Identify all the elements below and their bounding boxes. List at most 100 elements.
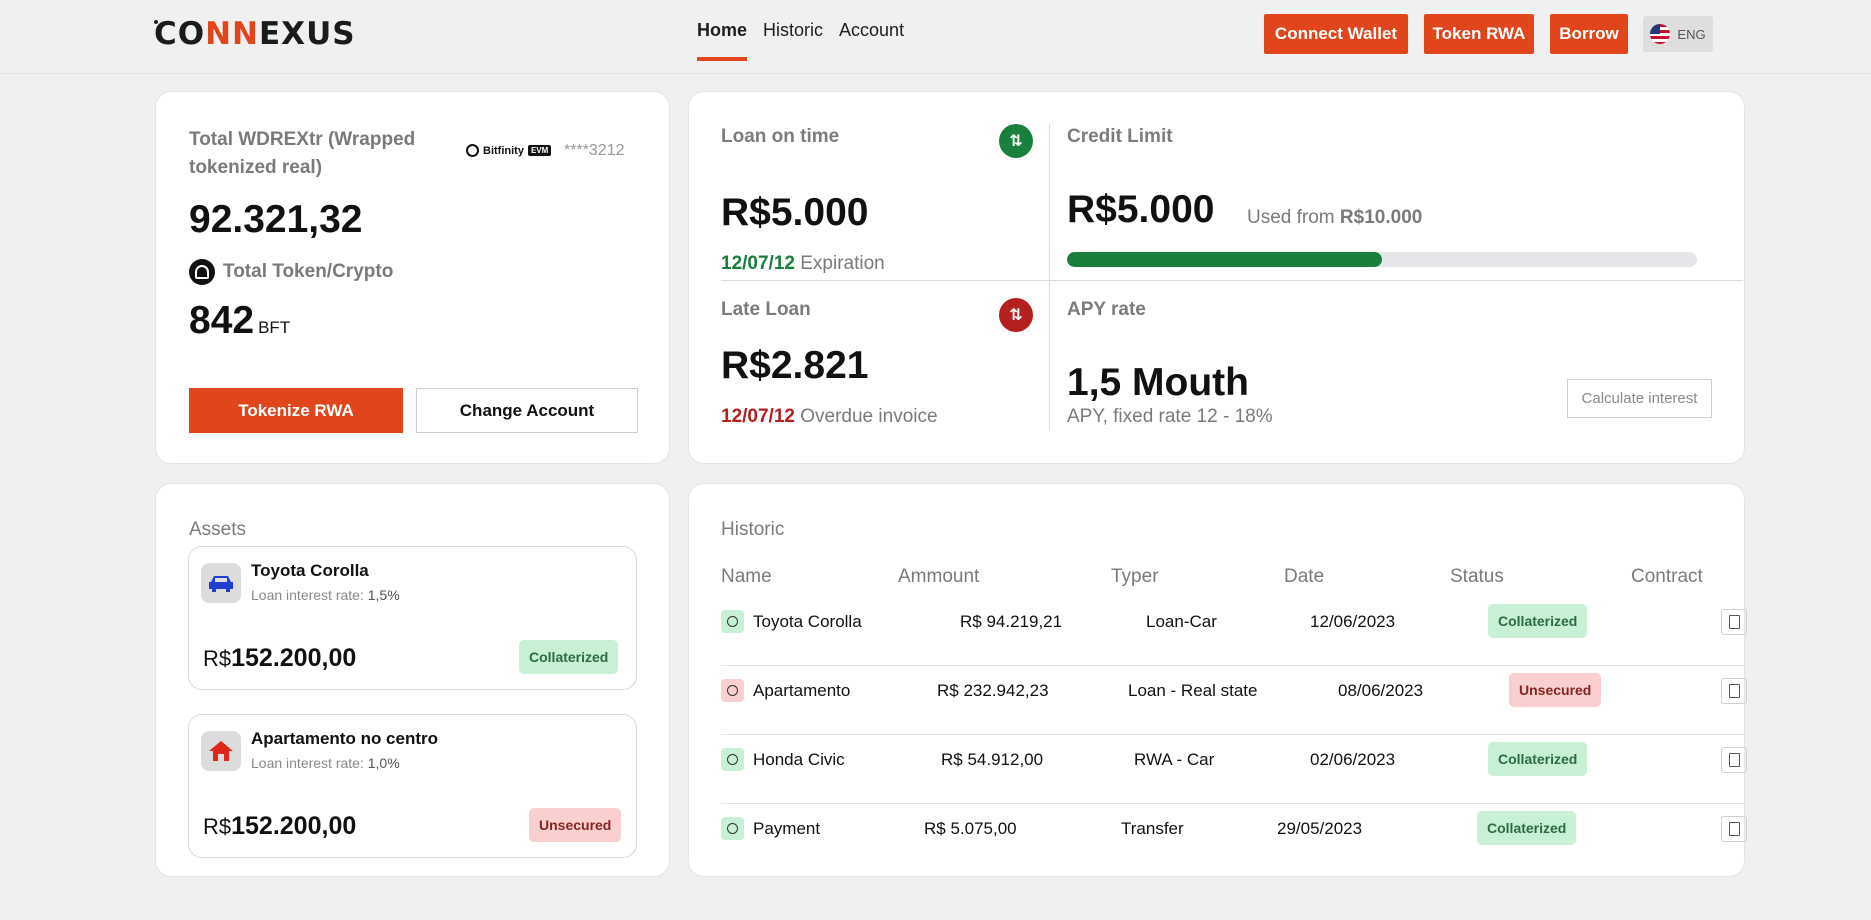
nav-home[interactable]: Home [697,20,748,61]
column-header-name: Name [721,566,772,587]
wallet-total: 92.321,32 [189,198,363,241]
row-type: Transfer [1121,819,1184,838]
token-rwa-button[interactable]: Token RWA [1424,14,1534,54]
language-selector[interactable]: ENG [1643,16,1713,52]
table-row[interactable]: Toyota Corolla R$ 94.219,21 Loan-Car 12/… [721,597,1747,666]
document-icon[interactable] [1721,747,1747,773]
credit-progress-bar [1067,252,1697,267]
row-type: Loan - Real state [1128,681,1258,700]
column-header-amount: Ammount [898,566,980,587]
asset-price-value: 152.200,00 [231,644,357,672]
loan-on-time-label: Loan on time [721,126,840,147]
table-row[interactable]: Honda Civic R$ 54.912,00 RWA - Car 02/06… [721,735,1747,804]
language-label: ENG [1677,26,1706,42]
row-amount: R$ 94.219,21 [960,612,1063,631]
row-type: RWA - Car [1134,750,1215,769]
status-badge: Collaterized [1488,742,1588,776]
row-date: 12/06/2023 [1310,612,1396,631]
status-badge: Collaterized [519,640,619,674]
calculate-interest-button[interactable]: Calculate interest [1567,379,1712,418]
token-unit: BFT [258,318,291,337]
asset-currency: R$ [203,814,232,839]
credit-limit-value: R$5.000 [1067,188,1215,231]
row-name: Payment [753,819,821,838]
asset-rate-value: 1,0% [367,755,400,771]
borrow-button[interactable]: Borrow [1550,14,1628,54]
row-amount: R$ 54.912,00 [941,750,1044,769]
logo-prefix: CO [154,16,206,52]
row-name: Apartamento [753,681,851,700]
asset-name: Toyota Corolla [251,561,369,580]
status-badge: Collaterized [1488,604,1588,638]
row-name: Honda Civic [753,750,845,769]
credit-used-text: Used from R$10.000 [1247,207,1422,229]
logo-highlight: NN [205,16,259,52]
column-header-contract: Contract [1631,566,1703,587]
column-header-date: Date [1284,566,1325,587]
late-loan-note: Overdue invoice [800,406,938,427]
divider-vertical [1049,124,1050,431]
divider-horizontal [721,280,1743,281]
asset-currency: R$ [203,646,232,671]
asset-name: Apartamento no centro [251,729,439,748]
status-dot-icon [721,610,744,633]
status-badge: Collaterized [1477,811,1577,845]
token-icon [189,259,215,285]
assets-title: Assets [189,519,247,540]
row-amount: R$ 232.942,23 [937,681,1049,700]
top-header: CONNEXUS Home Historic Account Connect W… [0,0,1871,74]
apy-rate-label: APY rate [1067,299,1146,320]
arrow-down-icon: ⇅ [999,298,1033,332]
network-badge: Bitfinity EVM [466,144,552,157]
status-badge: Unsecured [529,808,622,842]
assets-card: Assets Toyota Corolla Loan interest rate… [155,483,670,877]
historic-card: Historic Name Ammount Typer Date Status … [688,483,1747,877]
wallet-title: Total WDREXtr (Wrapped tokenized real) [189,129,416,178]
wallet-card: Total WDREXtr (Wrapped tokenized real) B… [155,91,670,464]
row-date: 02/06/2023 [1310,750,1396,769]
asset-price-value: 152.200,00 [231,812,357,840]
table-row[interactable]: Apartamento R$ 232.942,23 Loan - Real st… [721,666,1747,735]
table-row[interactable]: Payment R$ 5.075,00 Transfer 29/05/2023 … [721,804,1747,873]
change-account-button[interactable]: Change Account [416,388,638,433]
document-icon[interactable] [1721,816,1747,842]
late-loan-value: R$2.821 [721,344,869,387]
status-dot-icon [721,817,744,840]
row-amount: R$ 5.075,00 [924,819,1017,838]
asset-item[interactable]: Apartamento no centro Loan interest rate… [188,714,637,858]
nav-historic[interactable]: Historic [763,20,823,61]
car-icon [201,563,241,603]
asset-price: R$152.200,00 [203,812,356,841]
status-badge: Unsecured [1509,673,1602,707]
late-loan-overdue: 12/07/12 Overdue invoice [721,406,938,428]
token-amount: 842 [189,299,255,342]
loan-on-time-value: R$5.000 [721,191,869,234]
document-icon[interactable] [1721,678,1747,704]
asset-rate-label: Loan interest rate: [251,587,364,603]
logo[interactable]: CONNEXUS [154,16,356,52]
historic-title: Historic [721,519,785,540]
document-icon[interactable] [1721,609,1747,635]
late-loan-date: 12/07/12 [721,406,795,427]
loan-on-time-date: 12/07/12 [721,253,795,274]
asset-item[interactable]: Toyota Corolla Loan interest rate: 1,5% … [188,546,637,690]
arrow-up-icon: ⇅ [999,124,1033,158]
house-icon [201,731,241,771]
asset-rate: Loan interest rate: 1,0% [251,755,400,771]
column-header-type: Typer [1111,566,1159,587]
token-label: Total Token/Crypto [223,261,394,282]
network-tag: EVM [527,145,552,156]
asset-rate: Loan interest rate: 1,5% [251,587,400,603]
credit-limit-label: Credit Limit [1067,126,1173,147]
status-dot-icon [721,748,744,771]
nav-account[interactable]: Account [839,20,904,61]
row-date: 29/05/2023 [1277,819,1363,838]
account-number: ****3212 [564,142,625,159]
logo-dot [154,20,158,24]
loan-on-time-expiration: 12/07/12 Expiration [721,253,885,275]
us-flag-icon [1650,24,1671,44]
tokenize-rwa-button[interactable]: Tokenize RWA [189,388,403,433]
credit-progress-fill [1067,252,1382,267]
row-type: Loan-Car [1146,612,1217,631]
connect-wallet-button[interactable]: Connect Wallet [1264,14,1408,54]
